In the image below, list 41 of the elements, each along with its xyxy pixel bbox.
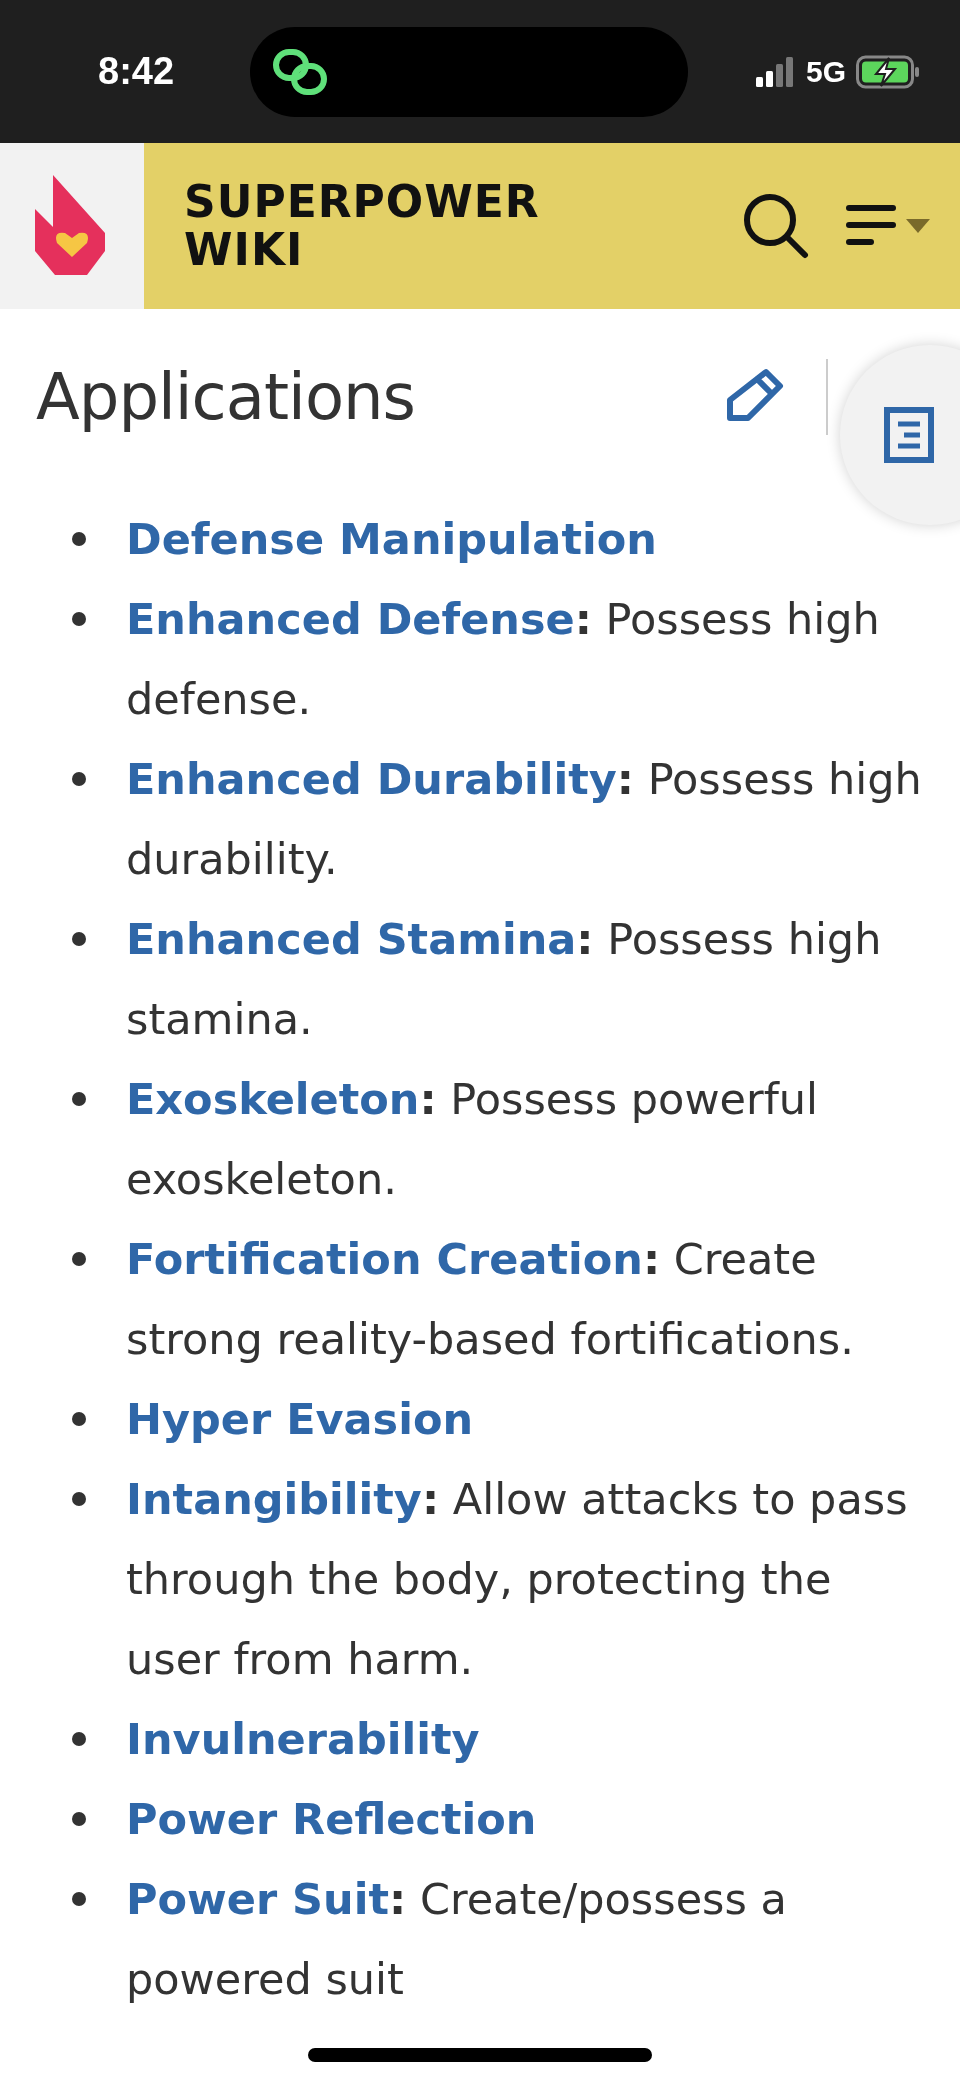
power-link[interactable]: Intangibility [126,1474,422,1524]
list-bullet [72,1092,86,1106]
list-bullet [72,1252,86,1266]
power-link[interactable]: Enhanced Defense [126,594,575,644]
list-bullet [72,1412,86,1426]
document-icon [884,407,934,463]
power-link[interactable]: Fortification Creation [126,1234,643,1284]
list-bullet [72,1732,86,1746]
link-icon [272,47,330,96]
list-bullet [72,1492,86,1506]
battery-charging-icon [856,54,920,89]
status-time: 8:42 [98,50,176,93]
menu-icon [846,204,896,248]
power-link[interactable]: Invulnerability [126,1714,480,1764]
list-bullet [72,772,86,786]
power-link[interactable]: Power Reflection [126,1794,537,1844]
list-item-text: Intangibility: Allow attacks to pass through the body, protecting the user from harm. [126,1473,909,1686]
list-item-text: Fortification Creation: Create strong reality-based fortifications. [126,1233,855,1366]
section-heading: Applications [36,360,415,434]
search-icon [742,192,810,260]
power-link[interactable]: Defense Manipulation [126,514,657,564]
power-link[interactable]: Exoskeleton [126,1074,420,1124]
list-bullet [72,1892,86,1906]
power-link[interactable]: Enhanced Durability [126,754,617,804]
list-item-text: Power Suit: Create/possess a powered suit [126,1873,788,2006]
list-item-text: Enhanced Durability: Possess high durability. [126,753,923,886]
power-link[interactable]: Hyper Evasion [126,1394,474,1444]
search-button[interactable] [742,192,810,260]
list-item-text: Enhanced Stamina: Possess high stamina. [126,913,883,1046]
list-item-text: Exoskeleton: Possess powerful exoskeleton. [126,1073,820,1206]
network-label: 5G [805,54,846,89]
power-link[interactable]: Enhanced Stamina [126,914,577,964]
list-bullet [72,532,86,546]
menu-button[interactable] [846,204,930,248]
signal-icon [755,54,796,89]
list-bullet [72,932,86,946]
power-link[interactable]: Power Suit [126,1874,389,1924]
list-bullet [72,612,86,626]
list-item-text: Enhanced Defense: Possess high defense. [126,593,881,726]
caret-icon [906,219,930,233]
list-bullet [72,1812,86,1826]
